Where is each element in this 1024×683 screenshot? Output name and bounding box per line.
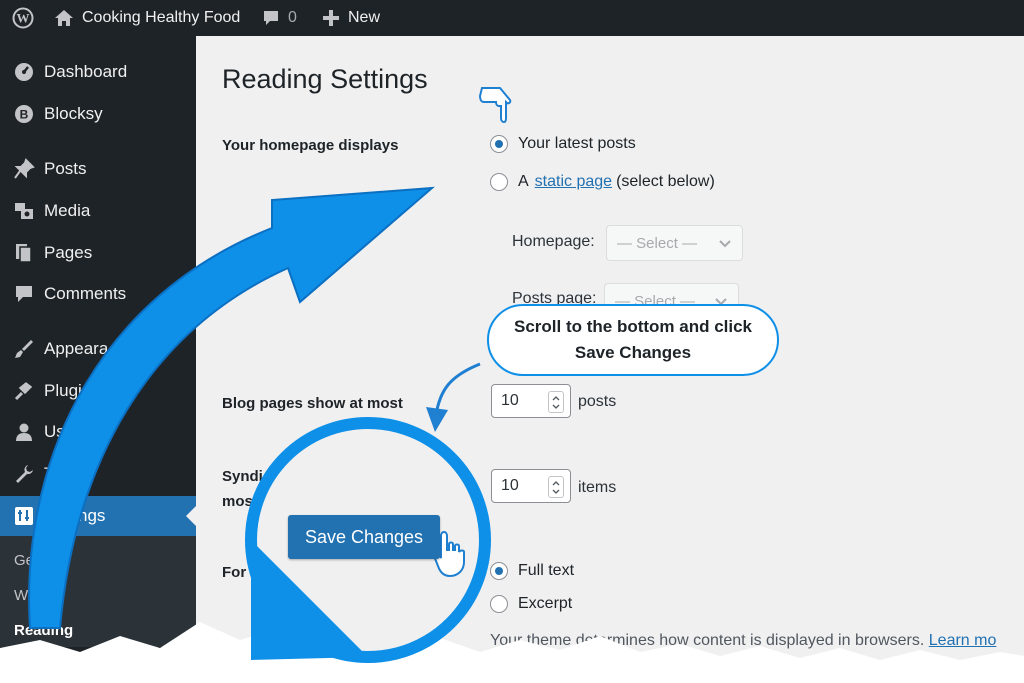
submenu-general[interactable]: Gen ral xyxy=(14,552,63,569)
sidebar-item-label: Dashboard xyxy=(44,62,128,81)
sidebar-item-label: Us xyxy=(44,422,65,441)
full-text-option[interactable]: Full text xyxy=(490,562,574,580)
full-text-label: Full text xyxy=(518,562,575,579)
sidebar-item-posts[interactable]: Posts xyxy=(0,149,196,189)
new-label: New xyxy=(348,9,381,26)
wrench-icon xyxy=(0,463,44,485)
blog-pages-input[interactable]: 10 xyxy=(491,384,571,418)
static-page-suffix: (select below) xyxy=(616,173,715,190)
media-icon xyxy=(0,200,44,222)
feed-format-label: For xyxy=(222,564,247,581)
blog-pages-value: 10 xyxy=(501,392,519,409)
sidebar-item-tools[interactable]: T ls xyxy=(0,454,196,494)
excerpt-radio[interactable] xyxy=(490,595,508,613)
latest-posts-radio[interactable] xyxy=(490,135,508,153)
new-content-link[interactable]: New xyxy=(322,0,380,36)
submenu-discussion[interactable]: Discussion xyxy=(14,656,87,673)
homepage-select[interactable]: — Select — xyxy=(606,225,743,261)
sidebar-item-dashboard[interactable]: Dashboard xyxy=(0,52,196,92)
sidebar-item-label: Media xyxy=(44,201,91,220)
comments-count: 0 xyxy=(288,9,297,26)
comment-icon xyxy=(0,283,44,305)
blog-pages-label: Blog pages show at most xyxy=(222,395,403,412)
sidebar-item-label: Posts xyxy=(44,159,87,178)
comment-bubble-icon xyxy=(264,10,278,25)
pin-icon xyxy=(0,158,44,180)
static-page-link[interactable]: static page xyxy=(535,173,612,191)
plugin-icon xyxy=(0,380,44,402)
sidebar-item-label: Settings xyxy=(44,506,106,525)
sidebar-item-users[interactable]: Us xyxy=(0,412,196,452)
syndication-label: Syndi xyxy=(222,468,263,485)
comments-link[interactable]: 0 xyxy=(262,0,297,36)
wordpress-logo[interactable]: W xyxy=(12,0,34,36)
sidebar-item-settings[interactable]: Settings xyxy=(0,496,196,536)
home-icon xyxy=(55,10,73,26)
learn-more-link[interactable]: Learn mo xyxy=(929,632,997,649)
blog-pages-unit: posts xyxy=(578,393,617,410)
syndication-unit: items xyxy=(578,479,617,496)
sidebar-item-media[interactable]: Media xyxy=(0,191,196,231)
blocksy-icon: B xyxy=(0,103,44,125)
number-stepper[interactable] xyxy=(548,391,564,413)
chevron-down-icon xyxy=(719,240,731,248)
syndication-value: 10 xyxy=(501,477,519,494)
sidebar-item-label: Blocksy xyxy=(44,104,103,123)
sidebar-item-plugins[interactable]: Plugi xyxy=(0,371,196,411)
chevron-down-icon xyxy=(552,404,560,409)
homepage-displays-label: Your homepage displays xyxy=(222,137,399,154)
homepage-select-label: Homepage: xyxy=(512,233,595,250)
chevron-down-icon xyxy=(552,489,560,494)
static-page-option[interactable]: A static page (select below) xyxy=(490,173,715,191)
static-page-radio[interactable] xyxy=(490,173,508,191)
callout-line1: Scroll to the bottom and click xyxy=(513,317,753,336)
theme-description-text: Your theme determines how content is dis… xyxy=(490,632,925,649)
settings-icon xyxy=(0,505,44,527)
chevron-up-icon xyxy=(552,395,560,400)
page-title: Reading Settings xyxy=(222,64,428,94)
settings-submenu: Gen ral Wri g Reading Discussion xyxy=(0,536,196,673)
callout-line2: Save Changes xyxy=(574,343,692,362)
sidebar-item-label: Appeara xyxy=(44,339,109,358)
sidebar-item-label: Comments xyxy=(44,284,127,303)
dashboard-gauge-icon xyxy=(0,61,44,83)
latest-posts-option[interactable]: Your latest posts xyxy=(490,135,636,153)
active-arrow xyxy=(186,506,196,526)
save-changes-button[interactable]: Save Changes xyxy=(288,515,440,559)
instruction-callout: Scroll to the bottom and click Save Chan… xyxy=(487,304,779,376)
static-page-prefix: A xyxy=(518,173,529,190)
plus-icon xyxy=(323,10,339,26)
sidebar-item-label: Pages xyxy=(44,243,93,262)
submenu-reading[interactable]: Reading xyxy=(14,622,73,639)
full-text-radio[interactable] xyxy=(490,562,508,580)
syndication-label-line2: mos xyxy=(222,493,253,510)
excerpt-option[interactable]: Excerpt xyxy=(490,595,572,613)
sidebar-item-label: T ls xyxy=(44,464,72,483)
syndication-input[interactable]: 10 xyxy=(491,469,571,503)
number-stepper[interactable] xyxy=(548,476,564,498)
user-icon xyxy=(0,421,44,443)
latest-posts-label: Your latest posts xyxy=(518,135,636,152)
paintbrush-icon xyxy=(0,338,44,360)
svg-text:B: B xyxy=(20,108,29,122)
sidebar-item-appearance[interactable]: Appeara xyxy=(0,329,196,369)
theme-description: Your theme determines how content is dis… xyxy=(490,632,996,650)
sidebar-item-label: Plugi xyxy=(44,381,82,400)
admin-bar: W Cooking Healthy Food 0 New xyxy=(0,0,1024,36)
site-name: Cooking Healthy Food xyxy=(82,9,241,26)
sidebar-item-pages[interactable]: Pages xyxy=(0,233,196,273)
submenu-writing[interactable]: Wri g xyxy=(14,587,49,604)
sidebar-item-comments[interactable]: Comments xyxy=(0,274,196,314)
svg-text:W: W xyxy=(17,11,30,26)
homepage-select-value: — Select — xyxy=(617,234,698,252)
site-name-link[interactable]: Cooking Healthy Food xyxy=(54,0,240,36)
pages-icon xyxy=(0,242,44,264)
chevron-up-icon xyxy=(552,480,560,485)
excerpt-label: Excerpt xyxy=(518,595,573,612)
wordpress-icon: W xyxy=(12,7,34,29)
sidebar-item-blocksy[interactable]: B Blocksy xyxy=(0,94,196,134)
